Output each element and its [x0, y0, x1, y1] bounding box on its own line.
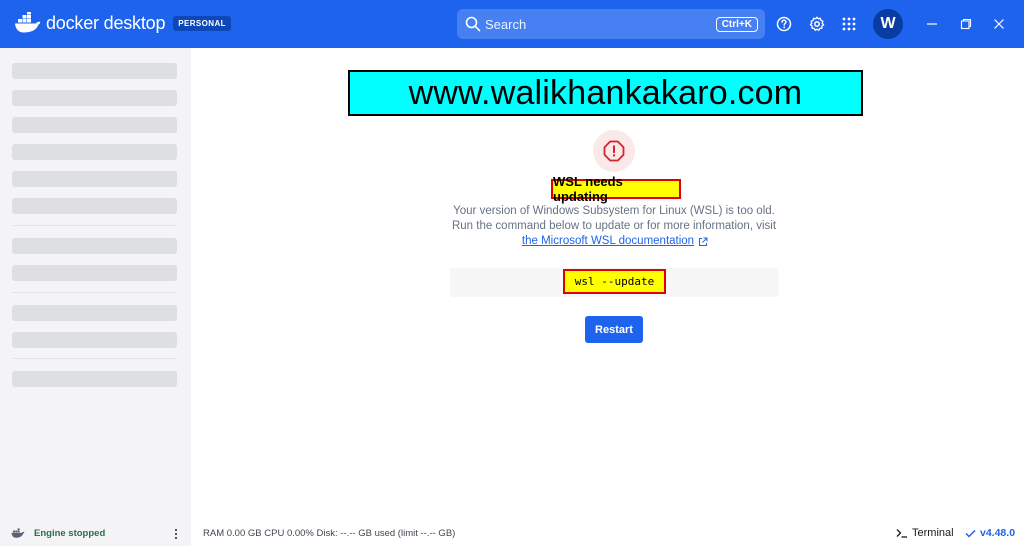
command-text: wsl --update: [574, 275, 655, 288]
search-input[interactable]: [485, 16, 716, 32]
resource-stats: RAM 0.00 GB CPU 0.00% Disk: --.-- GB use…: [203, 528, 456, 539]
sidebar-skeleton-item: [12, 371, 177, 387]
engine-status: Engine stopped: [34, 528, 106, 539]
more-options-icon[interactable]: [172, 527, 180, 541]
sidebar-skeleton-item: [12, 144, 177, 160]
search-icon: [465, 16, 481, 32]
sidebar-skeleton-item: [12, 171, 177, 187]
title-bar: docker desktop PERSONAL Ctrl+K W: [0, 0, 1024, 48]
error-icon: [593, 130, 635, 172]
close-icon[interactable]: [989, 14, 1009, 34]
version-label: v4.48.0: [980, 527, 1016, 539]
sidebar-skeleton-item: [12, 63, 177, 79]
sidebar-divider: [12, 292, 177, 293]
terminal-label: Terminal: [912, 527, 954, 539]
wsl-docs-link[interactable]: the Microsoft WSL documentation: [522, 234, 694, 249]
check-icon: [965, 529, 976, 538]
sidebar-skeleton-item: [12, 332, 177, 348]
settings-icon[interactable]: [807, 14, 827, 34]
external-link-icon: [699, 237, 708, 246]
sidebar-skeleton-item: [12, 265, 177, 281]
restore-icon[interactable]: [956, 14, 976, 34]
restart-button[interactable]: Restart: [585, 316, 643, 343]
sidebar: [0, 48, 191, 522]
brand-name: docker desktop: [46, 12, 166, 33]
docker-whale-icon: [15, 12, 41, 33]
status-bar: Engine stopped RAM 0.00 GB CPU 0.00% Dis…: [0, 522, 1024, 546]
engine-status-area: Engine stopped: [0, 522, 191, 546]
sidebar-skeleton-item: [12, 117, 177, 133]
dialog-title: WSL needs updating: [553, 174, 623, 204]
dialog-title-highlight: WSL needs updating: [551, 174, 681, 204]
description-line: Run the command below to update or for m…: [451, 220, 777, 232]
sidebar-skeleton-item: [12, 238, 177, 254]
sidebar-divider: [12, 225, 177, 226]
terminal-icon: [896, 529, 907, 538]
terminal-button[interactable]: Terminal: [896, 527, 954, 539]
engine-whale-icon: [11, 528, 25, 538]
sidebar-skeleton-item: [12, 198, 177, 214]
sidebar-skeleton-item: [12, 305, 177, 321]
user-avatar[interactable]: W: [873, 9, 903, 39]
command-highlight[interactable]: wsl --update: [563, 269, 666, 294]
docker-logo: docker desktop PERSONAL: [14, 12, 231, 34]
watermark-banner: www.walikhankakaro.com: [348, 70, 863, 116]
search-bar[interactable]: Ctrl+K: [457, 9, 765, 39]
description-line: Your version of Windows Subsystem for Li…: [453, 205, 775, 217]
watermark-text: www.walikhankakaro.com: [408, 73, 803, 112]
plan-badge: PERSONAL: [173, 15, 231, 31]
apps-grid-icon[interactable]: [839, 14, 859, 34]
sidebar-skeleton-item: [12, 90, 177, 106]
sidebar-divider: [12, 358, 177, 359]
minimize-icon[interactable]: [922, 14, 942, 34]
help-icon[interactable]: [774, 14, 794, 34]
dialog-description: Your version of Windows Subsystem for Li…: [440, 204, 788, 249]
version-indicator[interactable]: v4.48.0: [965, 527, 1015, 539]
search-shortcut: Ctrl+K: [715, 16, 758, 32]
